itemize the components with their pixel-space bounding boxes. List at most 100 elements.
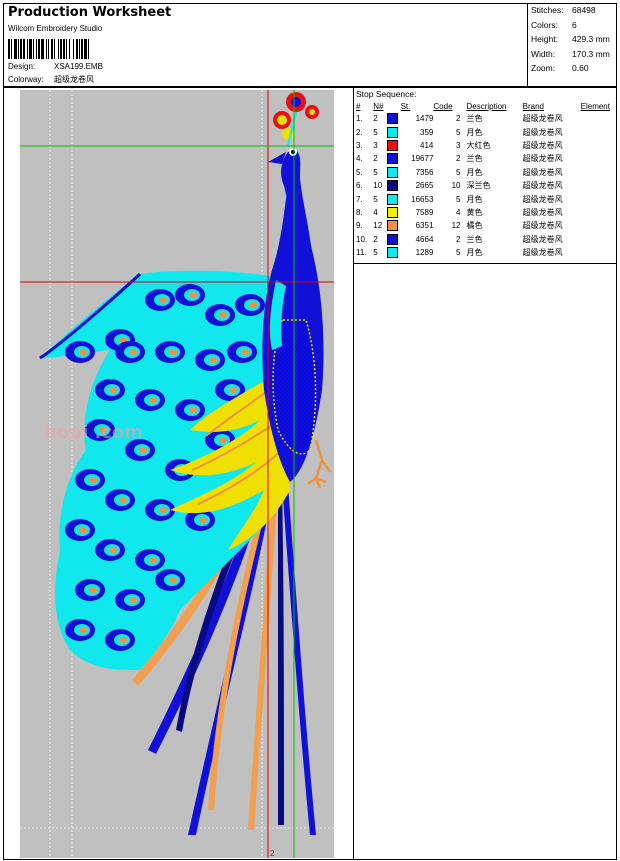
needle-number: 5 [373,167,378,177]
feather-eye-center [241,349,249,355]
feather-eye-center [139,447,147,453]
feather-eye-center [79,349,87,355]
design-stats: Stitches: 68498 Colors: 6 Height: 429.3 mm … [531,4,610,77]
element-cell [581,125,616,138]
stop-sequence-row: 4. 2 19677 2 兰色 超级龙卷风 [354,152,616,165]
stop-sequence-header-row: # N# St. Code Description Brand Element [354,100,616,112]
peacock-feet [307,439,332,489]
stop-index: 1. [356,114,363,124]
feather-eye-center [149,397,157,403]
stitch-count: 414 [420,140,434,150]
stat-colors: Colors: 6 [531,19,577,30]
stop-index: 8. [356,207,363,217]
col-index: # [356,101,361,111]
element-cell [581,139,616,152]
color-description: 月色 [466,194,483,204]
col-code: Code [433,101,453,111]
feather-eye-center [119,637,127,643]
worksheet-title: Production Worksheet [8,5,172,20]
color-swatch-box [386,247,398,259]
color-swatch [386,152,401,165]
color-swatch [386,139,401,152]
needle-number: 10 [373,181,383,191]
color-swatch [386,112,401,125]
color-code: 5 [456,127,461,137]
element-cell [581,112,616,125]
color-swatch [386,125,401,138]
element-cell [581,206,616,219]
col-description: Description [466,101,507,111]
needle-number: 5 [373,194,378,204]
stop-index: 10. [356,234,368,244]
color-description: 黄色 [466,207,483,217]
feather-eye-center [79,527,87,533]
software-name: Wilcom Embroidery Studio [8,24,103,33]
color-swatch-box [386,180,398,192]
stop-sequence-row: 9. 12 6351 12 橘色 超级龙卷风 [354,219,616,232]
stitch-count: 4664 [415,234,434,244]
needle-number: 4 [373,207,378,217]
needle-number: 2 [373,154,378,164]
color-swatch [386,233,401,246]
stop-index: 5. [356,167,363,177]
col-brand: Brand [522,101,545,111]
color-description: 月色 [466,167,483,177]
stop-sequence-row: 1. 2 1479 2 兰色 超级龙卷风 [354,112,616,125]
stop-index: 11. [356,248,367,258]
color-swatch-box [386,166,398,178]
feather-eye-center [249,302,257,308]
element-cell [581,152,616,165]
color-swatch [386,206,401,219]
element-cell [581,246,616,259]
end-marker: 2 [270,849,275,858]
stitch-count: 359 [420,127,434,137]
col-stitches: St. [400,101,411,111]
thread-brand: 超级龙卷风 [522,154,563,164]
color-swatch-box [386,193,398,205]
stop-index: 6. [356,181,363,191]
element-cell [581,179,616,192]
stop-sequence-row: 2. 5 359 5 月色 超级龙卷风 [354,125,616,138]
needle-number: 3 [373,140,378,150]
thread-brand: 超级龙卷风 [522,194,563,204]
colorway-value: 超级龙卷风 [54,75,94,84]
stop-sequence-title: Stop Sequence: [356,89,417,99]
color-swatch [386,192,401,205]
stop-index: 4. [356,154,363,164]
thread-brand: 超级龙卷风 [522,221,563,231]
thread-brand: 超级龙卷风 [522,248,563,258]
color-code: 5 [456,248,461,258]
needle-number: 5 [373,248,378,258]
needle-number: 12 [373,221,383,231]
stitch-count: 16653 [411,194,434,204]
stop-sequence-row: 5. 5 7356 5 月色 超级龙卷风 [354,166,616,179]
thread-brand: 超级龙卷风 [522,114,563,124]
stop-index: 9. [356,221,363,231]
color-swatch-box [386,113,398,125]
thread-brand: 超级龙卷风 [522,207,563,217]
feather-eye-center [229,387,237,393]
colorway-label: Colorway: [8,75,44,84]
feather-eye-center [129,349,137,355]
color-swatch-box [386,153,398,165]
feather-eye-center [149,557,157,563]
color-description: 月色 [466,248,483,258]
color-swatch-box [386,233,398,245]
color-description: 兰色 [466,154,483,164]
needle-number: 2 [373,234,378,244]
col-swatch [387,100,401,112]
stop-sequence-row: 7. 5 16653 5 月色 超级龙卷风 [354,192,616,205]
design-canvas[interactable]: hopi .com 2 [20,90,334,858]
stop-sequence-row: 3. 3 414 3 大红色 超级龙卷风 [354,139,616,152]
color-swatch-box [386,220,398,232]
color-code: 2 [456,154,461,164]
worksheet-header: Production Worksheet Wilcom Embroidery S… [3,3,617,88]
feather-eye-center [209,357,217,363]
feather-eye-center [129,597,137,603]
color-description: 深兰色 [466,181,491,191]
header-divider [527,4,528,88]
stitch-count: 7589 [415,207,434,217]
feather-eye-center [219,437,227,443]
needle-number: 2 [373,114,378,124]
color-code: 12 [451,221,461,231]
